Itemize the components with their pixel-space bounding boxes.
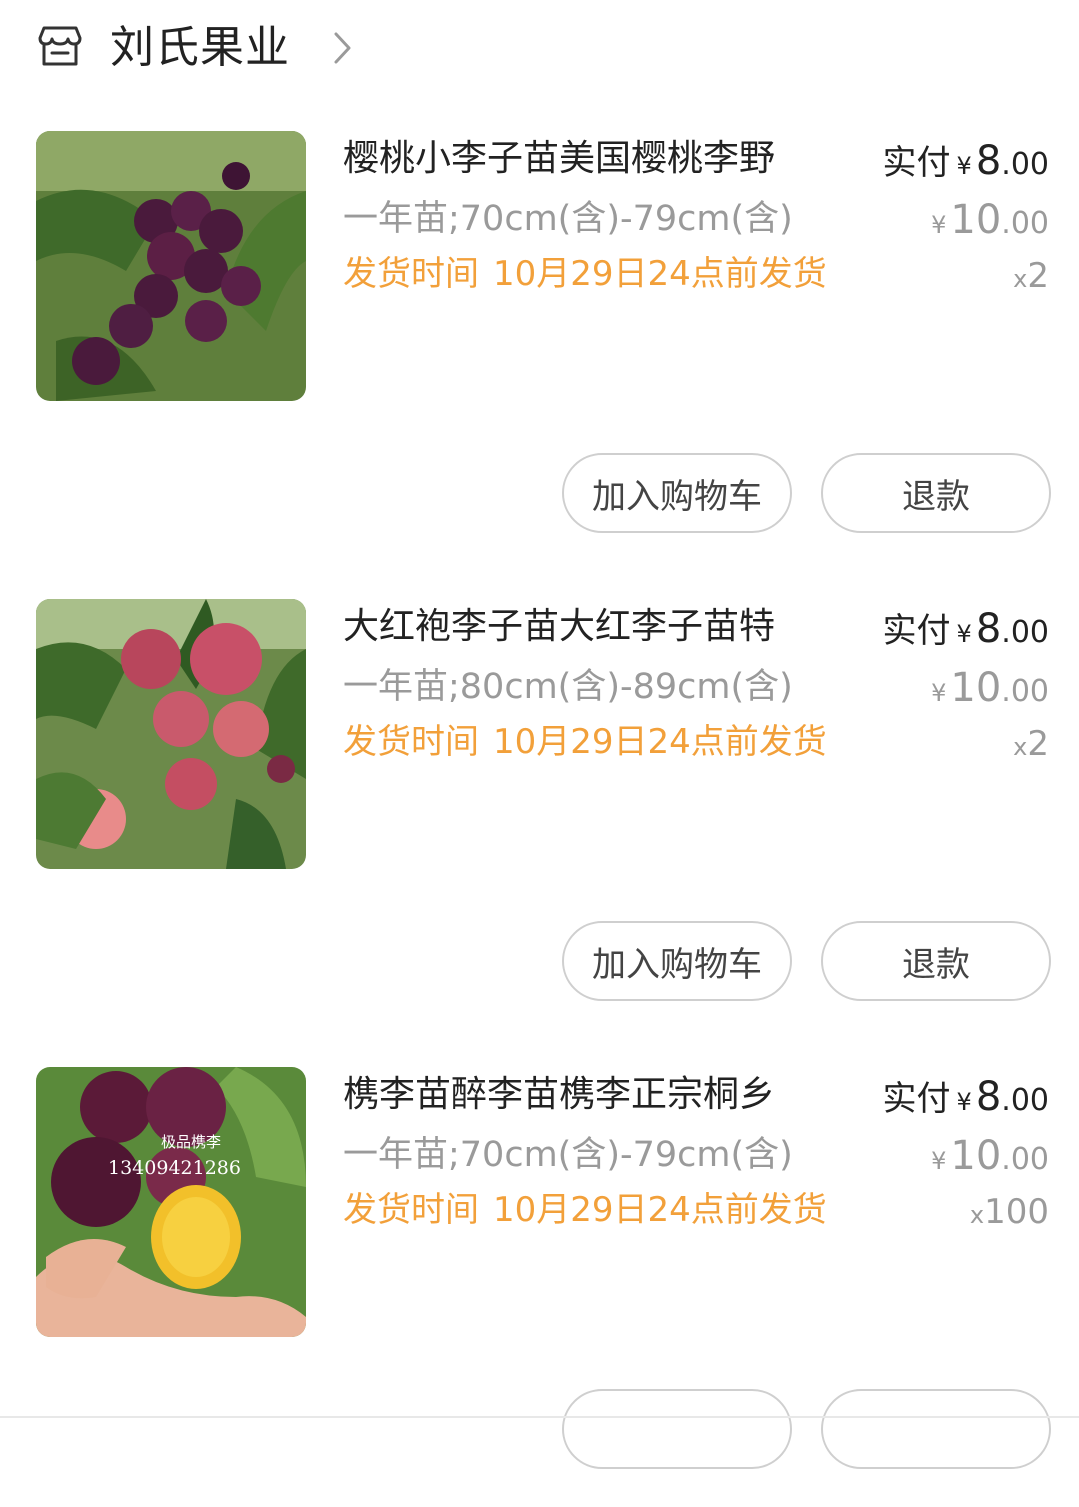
currency-symbol: ¥ [931, 679, 947, 707]
shipping-label: 发货时间 [343, 722, 479, 762]
paid-label: 实付 [882, 143, 951, 183]
quantity: x2 [1013, 718, 1049, 776]
add-to-cart-button[interactable]: 加入购物车 [562, 453, 792, 533]
refund-button[interactable] [821, 1389, 1051, 1469]
quantity-prefix: x [1013, 733, 1028, 761]
product-title[interactable]: 大红袍李子苗大红李子苗特 [343, 601, 823, 653]
shipping-value: 10月29日24点前发货 [493, 1190, 827, 1230]
quantity: x2 [1013, 250, 1049, 308]
paid-label: 实付 [882, 1079, 951, 1119]
store-header[interactable]: 刘氏果业 [0, 0, 1079, 100]
refund-button[interactable]: 退款 [821, 453, 1051, 533]
chevron-right-icon[interactable] [328, 28, 356, 68]
currency-symbol: ¥ [956, 620, 972, 648]
store-name[interactable]: 刘氏果业 [110, 18, 290, 78]
store-icon [38, 26, 82, 66]
product-image[interactable] [36, 131, 306, 401]
quantity-prefix: x [1013, 265, 1028, 293]
product-title[interactable]: 槜李苗醉李苗槜李正宗桐乡 [343, 1069, 823, 1121]
order-item[interactable]: 樱桃小李子苗美国樱桃李野 一年苗;70cm(含)-79cm(含) 发货时间 10月… [0, 131, 1079, 571]
currency-symbol: ¥ [931, 1147, 947, 1175]
orig-amount-dec: .00 [1001, 1142, 1049, 1177]
product-image[interactable]: 极品槜李 13409421286 [36, 1067, 306, 1337]
shipping-value: 10月29日24点前发货 [493, 254, 827, 294]
paid-label: 实付 [882, 611, 951, 651]
shipping-label: 发货时间 [343, 254, 479, 294]
product-title[interactable]: 樱桃小李子苗美国樱桃李野 [343, 133, 823, 185]
shipping-label: 发货时间 [343, 1190, 479, 1230]
paid-amount-int: 8 [975, 606, 1002, 652]
quantity-prefix: x [969, 1201, 985, 1229]
image-watermark-text: 极品槜李 [161, 1133, 221, 1151]
quantity-value: 2 [1027, 724, 1049, 764]
paid-price: 实付 ¥8.00 [883, 135, 1049, 195]
paid-amount-dec: .00 [1001, 1083, 1049, 1118]
paid-price: 实付 ¥8.00 [883, 1071, 1049, 1131]
currency-symbol: ¥ [956, 152, 972, 180]
product-image[interactable] [36, 599, 306, 869]
shipping-time: 发货时间 10月29日24点前发货 [343, 1184, 827, 1236]
paid-amount-int: 8 [975, 138, 1002, 184]
paid-amount-dec: .00 [1001, 147, 1049, 182]
product-spec: 一年苗;80cm(含)-89cm(含) [343, 667, 793, 707]
product-spec: 一年苗;70cm(含)-79cm(含) [343, 1135, 793, 1175]
add-to-cart-button[interactable] [562, 1389, 792, 1469]
refund-button[interactable]: 退款 [821, 921, 1051, 1001]
orig-amount-dec: .00 [1001, 206, 1049, 241]
original-price: ¥10.00 [931, 1130, 1049, 1190]
shipping-value: 10月29日24点前发货 [493, 722, 827, 762]
divider [0, 1416, 1079, 1418]
paid-amount-int: 8 [975, 1074, 1002, 1120]
original-price: ¥10.00 [931, 662, 1049, 722]
quantity-value: 2 [1027, 256, 1049, 296]
original-price: ¥10.00 [931, 194, 1049, 254]
orig-amount-dec: .00 [1001, 674, 1049, 709]
quantity: x100 [970, 1186, 1049, 1244]
add-to-cart-button[interactable]: 加入购物车 [562, 921, 792, 1001]
paid-amount-dec: .00 [1001, 615, 1049, 650]
shipping-time: 发货时间 10月29日24点前发货 [343, 716, 827, 768]
order-item[interactable]: 大红袍李子苗大红李子苗特 一年苗;80cm(含)-89cm(含) 发货时间 10月… [0, 599, 1079, 1039]
quantity-value: 100 [984, 1192, 1049, 1232]
currency-symbol: ¥ [956, 1088, 972, 1116]
shipping-time: 发货时间 10月29日24点前发货 [343, 248, 827, 300]
product-spec: 一年苗;70cm(含)-79cm(含) [343, 199, 793, 239]
orig-amount-int: 10 [950, 1133, 1002, 1179]
paid-price: 实付 ¥8.00 [883, 603, 1049, 663]
image-watermark-phone: 13409421286 [108, 1157, 241, 1179]
orig-amount-int: 10 [950, 665, 1002, 711]
currency-symbol: ¥ [931, 211, 947, 239]
orig-amount-int: 10 [950, 197, 1002, 243]
order-item[interactable]: 极品槜李 13409421286 槜李苗醉李苗槜李正宗桐乡 一年苗;70cm(含… [0, 1067, 1079, 1507]
